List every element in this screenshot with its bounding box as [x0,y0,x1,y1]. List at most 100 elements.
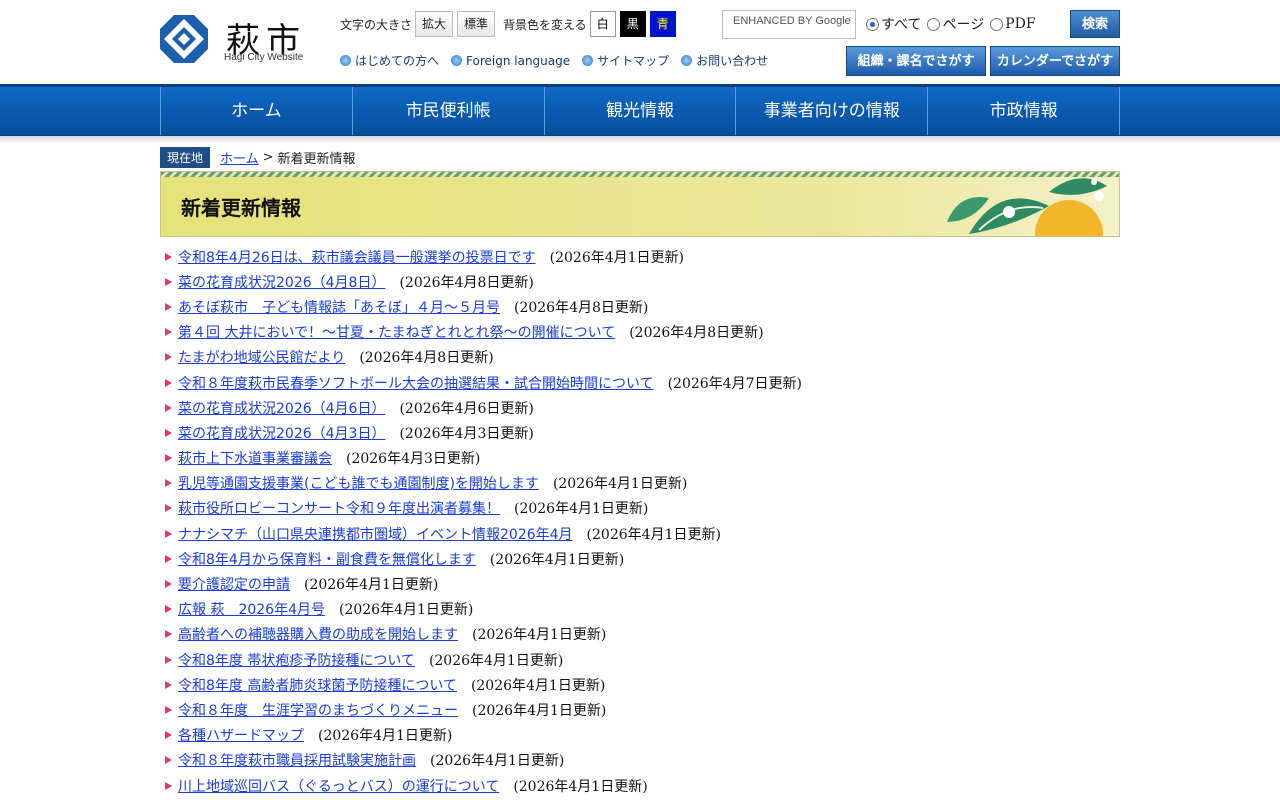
news-date: (2026年4月1日更新) [586,526,721,543]
bullet-arrow-icon [165,504,172,513]
news-list: 令和8年4月26日は、萩市議会議員一般選挙の投票日です (2026年4月1日更新)… [165,244,802,798]
bullet-arrow-icon [165,630,172,639]
site-logo[interactable]: 萩市 Hagi City Website [160,15,310,67]
news-item: ナナシマチ（山口県央連携都市圏域）イベント情報2026年4月 (2026年4月1日… [165,521,802,546]
news-date: (2026年4月3日更新) [346,451,481,468]
nav-citizen-guide[interactable]: 市民便利帳 [353,87,545,135]
link-foreign-language[interactable]: Foreign language [451,52,570,69]
news-link[interactable]: 高齢者への補聴器購入費の助成を開始します [178,624,458,644]
site-header: 萩市 Hagi City Website 文字の大きさ 拡大 標準 背景色を変え… [0,0,1280,84]
arrow-dot-icon [681,55,693,66]
news-date: (2026年4月8日更新) [359,350,494,367]
nav-business[interactable]: 事業者向けの情報 [736,87,929,135]
news-date: (2026年4月1日更新) [489,551,625,568]
news-item: 令和８年度萩市民春季ソフトボール大会の抽選結果・試合開始時間について (2026年… [165,370,802,395]
news-item: 乳児等通園支援事業(こども誰でも通園制度)を開始します (2026年4月1日更新) [165,471,802,496]
news-link[interactable]: ナナシマチ（山口県央連携都市圏域）イベント情報2026年4月 [178,524,573,544]
news-item: 萩市役所ロビーコンサート令和９年度出演者募集！ (2026年4月1日更新) [165,496,802,521]
news-link[interactable]: 乳児等通園支援事業(こども誰でも通園制度)を開始します [178,473,539,493]
news-link[interactable]: 令和8年4月26日は、萩市議会議員一般選挙の投票日です [178,247,536,267]
bullet-arrow-icon [165,403,172,412]
calendar-search-button[interactable]: カレンダーでさがす [990,46,1120,76]
news-date: (2026年4月1日更新) [513,778,648,795]
bullet-arrow-icon [165,454,172,463]
news-link[interactable]: 令和８年度萩市職員採用試験実施計画 [178,750,416,770]
news-date: (2026年4月1日更新) [318,728,453,745]
page-title-banner: 新着更新情報 [160,171,1120,237]
news-link[interactable]: 菜の花育成状況2026（4月8日） [178,272,385,292]
bg-black-button[interactable]: 黒 [619,11,646,37]
news-date: (2026年4月1日更新) [549,249,685,266]
bullet-arrow-icon [165,378,172,387]
news-link[interactable]: 令和8年度 高齢者肺炎球菌予防接種について [178,675,457,695]
news-link[interactable]: 川上地域巡回バス（ぐるっとバス）の運行について [178,776,499,796]
nav-home[interactable]: ホーム [161,87,353,135]
news-item: 令和8年度 帯状疱疹予防接種について (2026年4月1日更新) [165,647,802,672]
news-date: (2026年4月1日更新) [428,652,564,669]
news-date: (2026年4月6日更新) [399,400,534,417]
news-date: (2026年4月1日更新) [470,677,606,694]
link-contact[interactable]: お問い合わせ [681,52,768,69]
link-first-time[interactable]: はじめての方へ [340,52,439,69]
nav-city-admin[interactable]: 市政情報 [928,87,1120,135]
news-link[interactable]: たまがわ地域公民館だより [178,347,345,367]
nav-tourism[interactable]: 観光情報 [545,87,737,135]
news-item: 令和8年4月から保育料・副食費を無償化します (2026年4月1日更新) [165,546,802,571]
bullet-arrow-icon [165,328,172,337]
breadcrumb-home-link[interactable]: ホーム [220,148,259,167]
news-link[interactable]: 第４回 大井においで！～甘夏・たまねぎとれとれ祭～の開催について [178,322,615,342]
scope-pdf-option[interactable]: PDF [990,16,1036,32]
font-size-standard-button[interactable]: 標準 [457,11,496,37]
news-item: 広報 萩 2026年4月号 (2026年4月1日更新) [165,597,802,622]
bullet-arrow-icon [165,731,172,740]
search-scope: すべて ページ PDF [866,14,1042,34]
news-date: (2026年4月8日更新) [514,299,649,316]
news-item: たまがわ地域公民館だより (2026年4月8日更新) [165,345,802,370]
news-link[interactable]: 要介護認定の申請 [178,574,290,594]
news-link[interactable]: 菜の花育成状況2026（4月3日） [178,423,385,443]
news-link[interactable]: 萩市役所ロビーコンサート令和９年度出演者募集！ [178,498,500,518]
arrow-dot-icon [451,55,463,66]
accessibility-tools: 文字の大きさ 拡大 標準 背景色を変える 白 黒 青 [340,10,680,38]
news-date: (2026年4月1日更新) [430,753,565,770]
news-item: 萩市上下水道事業審議会 (2026年4月3日更新) [165,446,802,471]
news-date: (2026年4月1日更新) [552,476,688,493]
bg-color-label: 背景色を変える [503,17,587,32]
news-item: 菜の花育成状況2026（4月6日） (2026年4月6日更新) [165,395,802,420]
logo-subtitle: Hagi City Website [224,52,304,63]
news-link[interactable]: 萩市上下水道事業審議会 [178,448,332,468]
radio-icon [927,17,941,31]
news-link[interactable]: 広報 萩 2026年4月号 [178,599,325,619]
news-item: 要介護認定の申請 (2026年4月1日更新) [165,571,802,596]
news-link[interactable]: 令和8年4月から保育料・副食費を無償化します [178,549,476,569]
news-item: 各種ハザードマップ (2026年4月1日更新) [165,723,802,748]
news-item: 菜の花育成状況2026（4月8日） (2026年4月8日更新) [165,269,802,294]
news-link[interactable]: 令和８年度 生涯学習のまちづくりメニュー [178,700,458,720]
news-link[interactable]: 令和8年度 帯状疱疹予防接種について [178,650,415,670]
news-link[interactable]: あそぼ萩市 子ども情報誌「あそぼ」４月～５月号 [178,297,500,317]
news-date: (2026年4月8日更新) [629,325,764,342]
news-item: 第４回 大井においで！～甘夏・たまねぎとれとれ祭～の開催について (2026年4月… [165,320,802,345]
breadcrumb: 現在地 ホーム > 新着更新情報 [160,147,356,168]
bullet-arrow-icon [165,781,172,790]
font-size-enlarge-button[interactable]: 拡大 [415,11,454,37]
bullet-arrow-icon [165,428,172,437]
bg-blue-button[interactable]: 青 [649,11,676,37]
link-sitemap[interactable]: サイトマップ [582,52,669,69]
search-button[interactable]: 検索 [1070,10,1120,38]
radio-icon [990,17,1004,31]
scope-page-option[interactable]: ページ [927,14,984,34]
org-search-button[interactable]: 組織・課名でさがす [846,46,986,76]
news-link[interactable]: 各種ハザードマップ [178,725,304,745]
news-link[interactable]: 菜の花育成状況2026（4月6日） [178,398,385,418]
bullet-arrow-icon [165,302,172,311]
scope-all-option[interactable]: すべて [866,14,921,34]
search-placeholder: ENHANCED BY Google [733,15,851,27]
news-link[interactable]: 令和８年度萩市民春季ソフトボール大会の抽選結果・試合開始時間について [178,373,654,393]
font-size-label: 文字の大きさ [340,17,413,32]
bg-white-button[interactable]: 白 [589,11,616,37]
bullet-arrow-icon [165,605,172,614]
natsumikan-decoration-icon [947,178,1107,236]
search-input[interactable]: ENHANCED BY Google [722,10,856,39]
news-date: (2026年4月8日更新) [399,274,534,291]
